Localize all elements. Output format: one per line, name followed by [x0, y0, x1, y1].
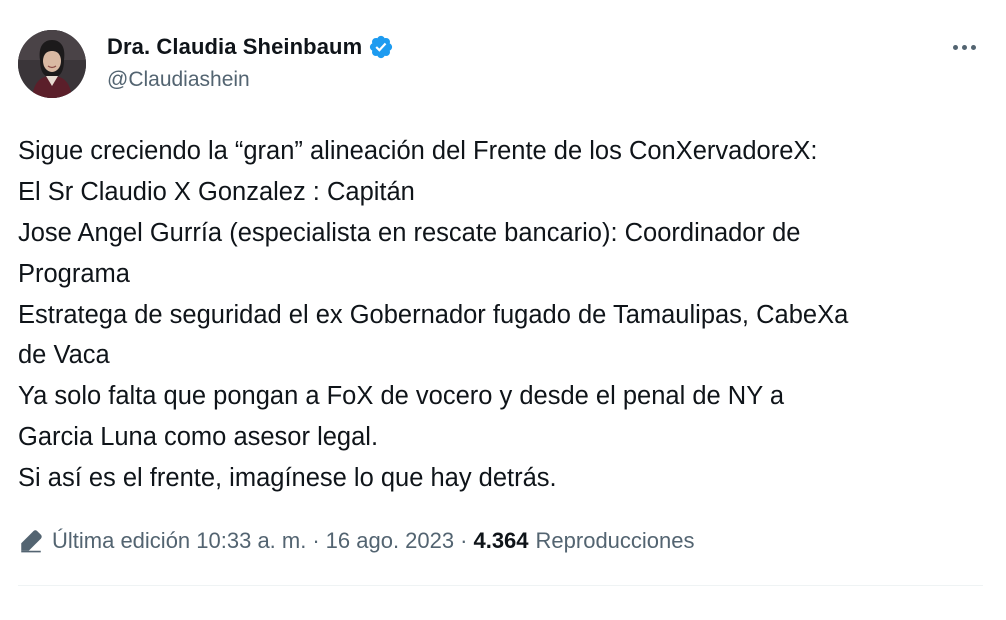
- edit-pencil-icon: [21, 530, 42, 553]
- meta-separator: ·: [312, 528, 320, 553]
- views-count: 4.364: [473, 528, 529, 553]
- tweet-text-line: Garcia Luna como asesor legal.: [18, 423, 379, 452]
- more-options-button[interactable]: [944, 33, 984, 61]
- author-name-row[interactable]: Dra. Claudia Sheinbaum: [107, 33, 394, 61]
- tweet-text-line: Si así es el frente, imagínese lo que ha…: [18, 464, 557, 493]
- tweet-text-line: Sigue creciendo la “gran” alineación del…: [18, 137, 818, 165]
- tweet-date[interactable]: 16 ago. 2023: [326, 528, 454, 554]
- tweet-text-line: Programa: [18, 259, 130, 288]
- more-dot-icon: [952, 44, 958, 50]
- tweet-text-line: Jose Angel Gurría (especialista en resca…: [18, 218, 801, 247]
- tweet-text-line: de Vaca: [18, 341, 110, 370]
- tweet-text-line: El Sr Claudio X Gonzalez : Capitán: [18, 177, 415, 206]
- tweet-card: Dra. Claudia Sheinbaum @Claudiashein Sig…: [0, 0, 1006, 620]
- tweet-text-line: Ya solo falta que pongan a FoX de vocero…: [18, 382, 785, 411]
- verified-badge-icon: [370, 35, 393, 59]
- edited-label[interactable]: Última edición 10:33 a. m.: [52, 528, 306, 554]
- tweet-meta: Última edición 10:33 a. m. · 16 ago. 202…: [18, 524, 695, 558]
- profile-photo-icon: [18, 30, 86, 98]
- tweet-text: Sigue creciendo la “gran” alineación del…: [18, 131, 988, 499]
- meta-separator: ·: [460, 528, 468, 553]
- more-dot-icon: [970, 44, 976, 50]
- author-handle[interactable]: @Claudiashein: [107, 68, 250, 92]
- more-dot-icon: [961, 44, 967, 50]
- divider: [18, 585, 983, 586]
- author-avatar[interactable]: [18, 30, 86, 98]
- tweet-text-line: Estratega de seguridad el ex Gobernador …: [18, 300, 849, 329]
- author-display-name[interactable]: Dra. Claudia Sheinbaum: [107, 34, 362, 60]
- views-label: Reproducciones: [535, 528, 695, 553]
